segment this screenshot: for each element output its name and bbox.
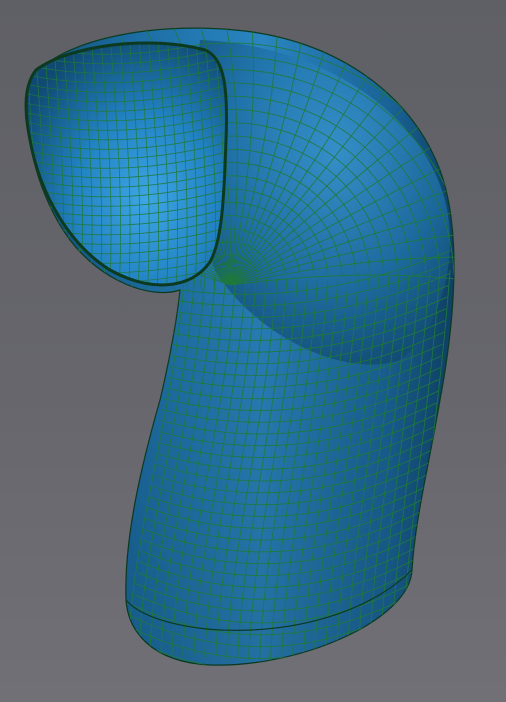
- pipe-elbow-mesh-model[interactable]: [0, 0, 506, 702]
- 3d-viewport[interactable]: [0, 0, 506, 702]
